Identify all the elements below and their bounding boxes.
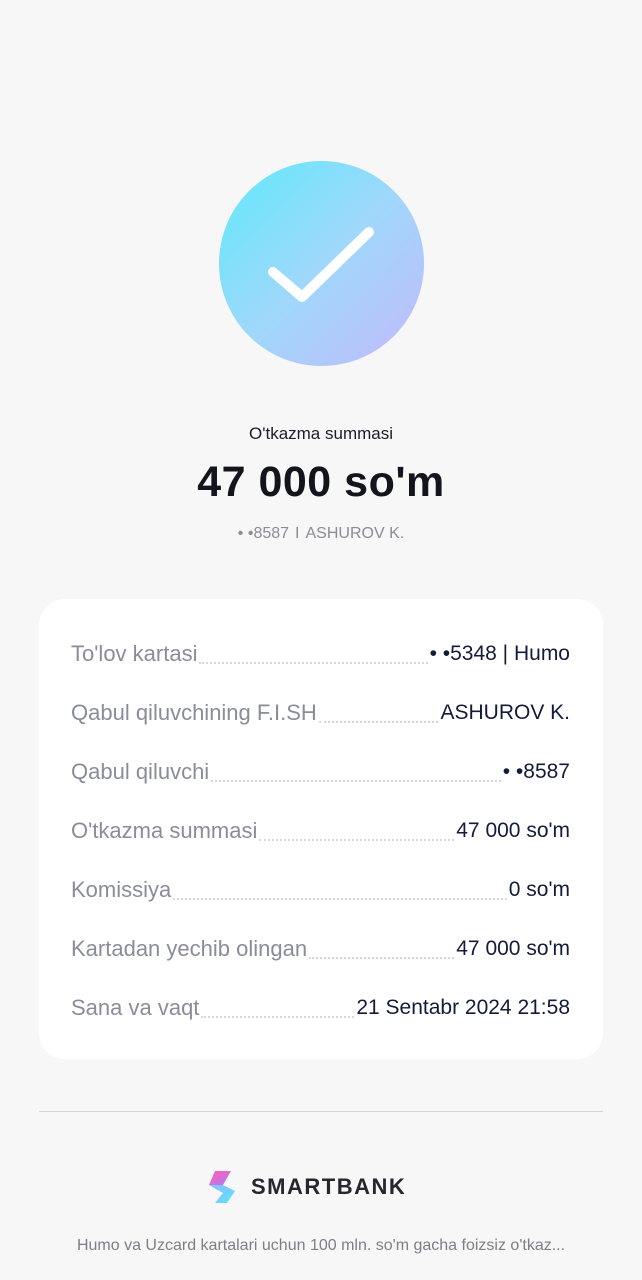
detail-row-payment-card: To'lov kartasi • •5348 | Humo (71, 634, 570, 668)
amount-label: O'tkazma summasi (249, 424, 393, 443)
detail-label: O'tkazma summasi (71, 818, 258, 843)
detail-label: To'lov kartasi (71, 641, 198, 666)
transfer-amount: 47 000 so'm (197, 458, 445, 506)
detail-label: Kartadan yechib olingan (71, 936, 308, 961)
detail-row-recipient-name: Qabul qiluvchining F.I.SH ASHUROV K. (71, 693, 570, 727)
detail-row-recipient-card: Qabul qiluvchi • •8587 (71, 752, 570, 786)
recipient-card-number: • •8587 (237, 525, 290, 542)
dotted-leader (259, 839, 455, 841)
dotted-leader (309, 957, 455, 959)
checkmark-icon (268, 227, 374, 302)
dotted-leader (199, 662, 428, 664)
detail-row-debited-amount: Kartadan yechib olingan 47 000 so'm (71, 929, 570, 963)
detail-value: 0 so'm (508, 878, 570, 901)
dotted-leader (173, 898, 507, 900)
recipient-summary: • •8587 I ASHUROV K. (0, 525, 642, 543)
promo-text[interactable]: Humo va Uzcard kartalari uchun 100 mln. … (0, 1237, 642, 1255)
recipient-name: ASHUROV K. (305, 525, 405, 542)
detail-value: • •5348 | Humo (429, 642, 570, 665)
detail-value: 47 000 so'm (456, 937, 570, 960)
detail-label: Sana va vaqt (71, 995, 200, 1020)
detail-row-date-time: Sana va vaqt 21 Sentabr 2024 21:58 (71, 988, 570, 1022)
dotted-leader (318, 721, 439, 723)
detail-row-commission: Komissiya 0 so'm (71, 870, 570, 904)
detail-value: 47 000 so'm (456, 819, 570, 842)
detail-label: Komissiya (71, 877, 172, 902)
brand-name: SMARTBANK (251, 1174, 407, 1199)
detail-row-transfer-amount: O'tkazma summasi 47 000 so'm (71, 811, 570, 845)
smartbank-logo: SMARTBANK (205, 1168, 406, 1206)
success-check-badge (219, 161, 424, 366)
recipient-separator: I (295, 525, 300, 542)
detail-value: 21 Sentabr 2024 21:58 (356, 996, 570, 1019)
smartbank-logo-icon (209, 1171, 235, 1203)
detail-value: • •8587 (502, 760, 570, 783)
detail-label: Qabul qiluvchi (71, 759, 210, 784)
dotted-leader (201, 1016, 355, 1018)
divider (39, 1111, 603, 1112)
dotted-leader (211, 780, 501, 782)
detail-value: ASHUROV K. (440, 701, 570, 724)
detail-label: Qabul qiluvchining F.I.SH (71, 700, 317, 725)
transaction-details-card: To'lov kartasi • •5348 | Humo Qabul qilu… (39, 599, 603, 1059)
